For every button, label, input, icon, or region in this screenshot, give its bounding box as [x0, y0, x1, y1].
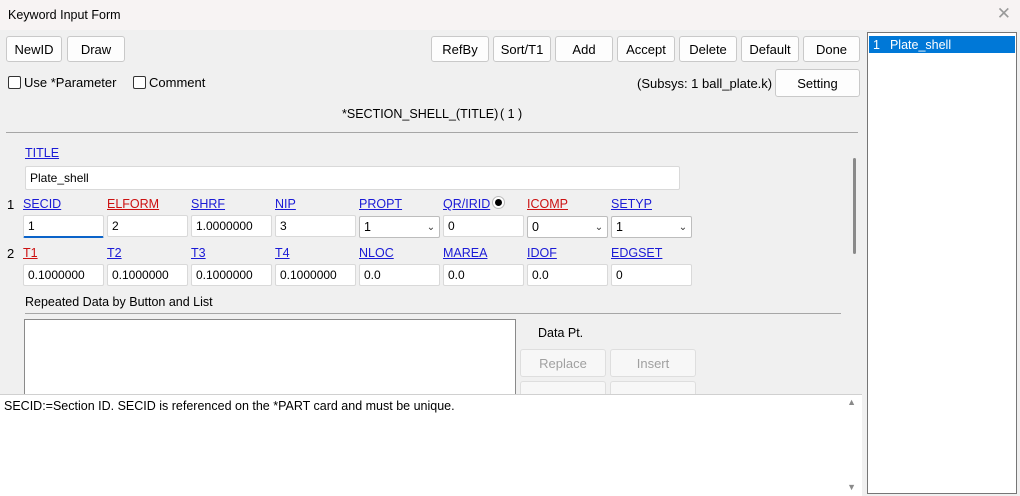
insert-button[interactable]: Insert	[610, 349, 696, 377]
t3-label[interactable]: T3	[191, 246, 206, 260]
marea-input[interactable]: 0.0	[443, 264, 524, 286]
nip-input[interactable]: 3	[275, 215, 356, 237]
icomp-select[interactable]: 0 ⌄	[527, 216, 608, 238]
title-bar: Keyword Input Form ✕	[0, 0, 1020, 30]
comment-checkbox[interactable]: Comment	[133, 75, 205, 90]
shrf-input[interactable]: 1.0000000	[191, 215, 272, 237]
edgset-label[interactable]: EDGSET	[611, 246, 662, 260]
help-panel: SECID:=Section ID. SECID is referenced o…	[0, 394, 862, 496]
divider	[6, 132, 858, 133]
propt-select[interactable]: 1 ⌄	[359, 216, 440, 238]
replace-button[interactable]: Replace	[520, 349, 606, 377]
setyp-value: 1	[616, 220, 623, 234]
comment-label: Comment	[149, 75, 206, 90]
radio-icon[interactable]	[492, 196, 505, 209]
modify-list-button[interactable]	[610, 381, 696, 394]
propt-label[interactable]: PROPT	[359, 197, 402, 211]
t1-label[interactable]: T1	[23, 246, 38, 260]
accept-button[interactable]: Accept	[617, 36, 675, 62]
form-scrollbar[interactable]	[853, 158, 856, 254]
delete-list-button[interactable]	[520, 381, 606, 394]
checkbox-icon	[133, 76, 146, 89]
use-parameter-label: Use *Parameter	[24, 75, 117, 90]
qr-irid-label[interactable]: QR/IRID	[443, 197, 490, 211]
add-button[interactable]: Add	[555, 36, 613, 62]
list-item-label: Plate_shell	[889, 37, 952, 52]
setyp-label[interactable]: SETYP	[611, 197, 652, 211]
list-item[interactable]: 1 Plate_shell	[869, 36, 1015, 53]
title-label[interactable]: TITLE	[25, 146, 59, 160]
marea-label[interactable]: MAREA	[443, 246, 487, 260]
window-title: Keyword Input Form	[8, 8, 121, 22]
subsys-label: (Subsys: 1 ball_plate.k)	[637, 76, 773, 91]
scroll-down-icon[interactable]: ▼	[847, 482, 856, 492]
data-pt-label: Data Pt.	[538, 326, 584, 340]
setyp-select[interactable]: 1 ⌄	[611, 216, 692, 238]
chevron-down-icon: ⌄	[594, 221, 604, 233]
divider	[25, 313, 841, 314]
list-item-number: 1	[873, 37, 880, 52]
chevron-down-icon: ⌄	[678, 221, 688, 233]
t1-input[interactable]: 0.1000000	[23, 264, 104, 286]
delete-button[interactable]: Delete	[679, 36, 737, 62]
scroll-up-icon[interactable]: ▲	[847, 397, 856, 407]
repeated-data-heading: Repeated Data by Button and List	[25, 295, 213, 309]
secid-label[interactable]: SECID	[23, 197, 61, 211]
nloc-input[interactable]: 0.0	[359, 264, 440, 286]
icomp-label[interactable]: ICOMP	[527, 197, 568, 211]
repeated-data-list[interactable]	[24, 319, 516, 395]
keyword-list-panel: 1 Plate_shell	[867, 32, 1017, 494]
t3-input[interactable]: 0.1000000	[191, 264, 272, 286]
nip-label[interactable]: NIP	[275, 197, 296, 211]
title-input[interactable]: Plate_shell	[25, 166, 680, 190]
t4-input[interactable]: 0.1000000	[275, 264, 356, 286]
default-button[interactable]: Default	[741, 36, 799, 62]
use-parameter-checkbox[interactable]: Use *Parameter	[8, 75, 116, 90]
shrf-label[interactable]: SHRF	[191, 197, 225, 211]
qr-irid-input[interactable]: 0	[443, 215, 524, 237]
nloc-label[interactable]: NLOC	[359, 246, 394, 260]
icomp-value: 0	[532, 220, 539, 234]
edgset-input[interactable]: 0	[611, 264, 692, 286]
secid-input[interactable]: 1	[23, 215, 104, 238]
idof-input[interactable]: 0.0	[527, 264, 608, 286]
t2-input[interactable]: 0.1000000	[107, 264, 188, 286]
keyword-heading: *SECTION_SHELL_(TITLE)	[342, 107, 499, 121]
keyword-count: ( 1 )	[500, 107, 523, 121]
card-row-number: 1	[7, 197, 15, 212]
close-icon[interactable]: ✕	[997, 4, 1011, 24]
draw-button[interactable]: Draw	[67, 36, 125, 62]
t2-label[interactable]: T2	[107, 246, 122, 260]
newid-button[interactable]: NewID	[6, 36, 62, 62]
setting-button[interactable]: Setting	[775, 69, 860, 97]
card-row-number: 2	[7, 246, 15, 261]
propt-value: 1	[364, 220, 371, 234]
refby-button[interactable]: RefBy	[431, 36, 489, 62]
chevron-down-icon: ⌄	[426, 221, 436, 233]
elform-label[interactable]: ELFORM	[107, 197, 159, 211]
elform-input[interactable]: 2	[107, 215, 188, 237]
idof-label[interactable]: IDOF	[527, 246, 557, 260]
t4-label[interactable]: T4	[275, 246, 290, 260]
sort-button[interactable]: Sort/T1	[493, 36, 551, 62]
checkbox-icon	[8, 76, 21, 89]
done-button[interactable]: Done	[803, 36, 860, 62]
help-text: SECID:=Section ID. SECID is referenced o…	[4, 399, 455, 413]
